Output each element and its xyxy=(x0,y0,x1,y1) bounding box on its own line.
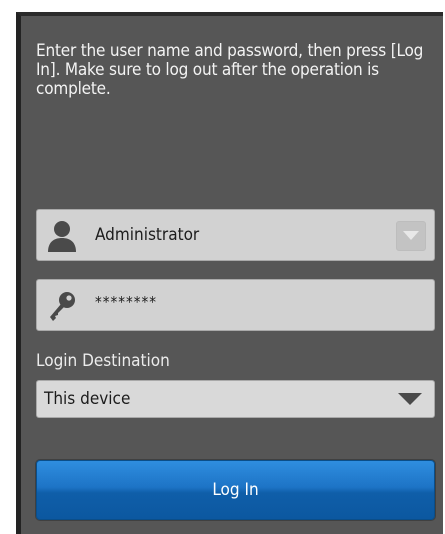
login-button[interactable]: Log In xyxy=(36,460,435,520)
login-destination-label: Login Destination xyxy=(36,351,170,371)
username-value: Administrator xyxy=(95,225,200,245)
instructions-text: Enter the user name and password, then p… xyxy=(36,41,424,99)
login-destination-value: This device xyxy=(44,389,131,409)
key-icon xyxy=(47,290,77,322)
chevron-down-icon xyxy=(403,231,419,240)
chevron-down-icon xyxy=(398,393,422,405)
password-value: ******** xyxy=(95,293,157,311)
username-field[interactable]: Administrator xyxy=(36,209,435,261)
user-icon xyxy=(47,220,77,252)
login-destination-select[interactable]: This device xyxy=(36,380,435,418)
login-button-label: Log In xyxy=(212,480,259,500)
password-field[interactable]: ******** xyxy=(36,279,435,331)
username-dropdown-button[interactable] xyxy=(396,221,426,251)
login-panel: Enter the user name and password, then p… xyxy=(16,12,443,534)
